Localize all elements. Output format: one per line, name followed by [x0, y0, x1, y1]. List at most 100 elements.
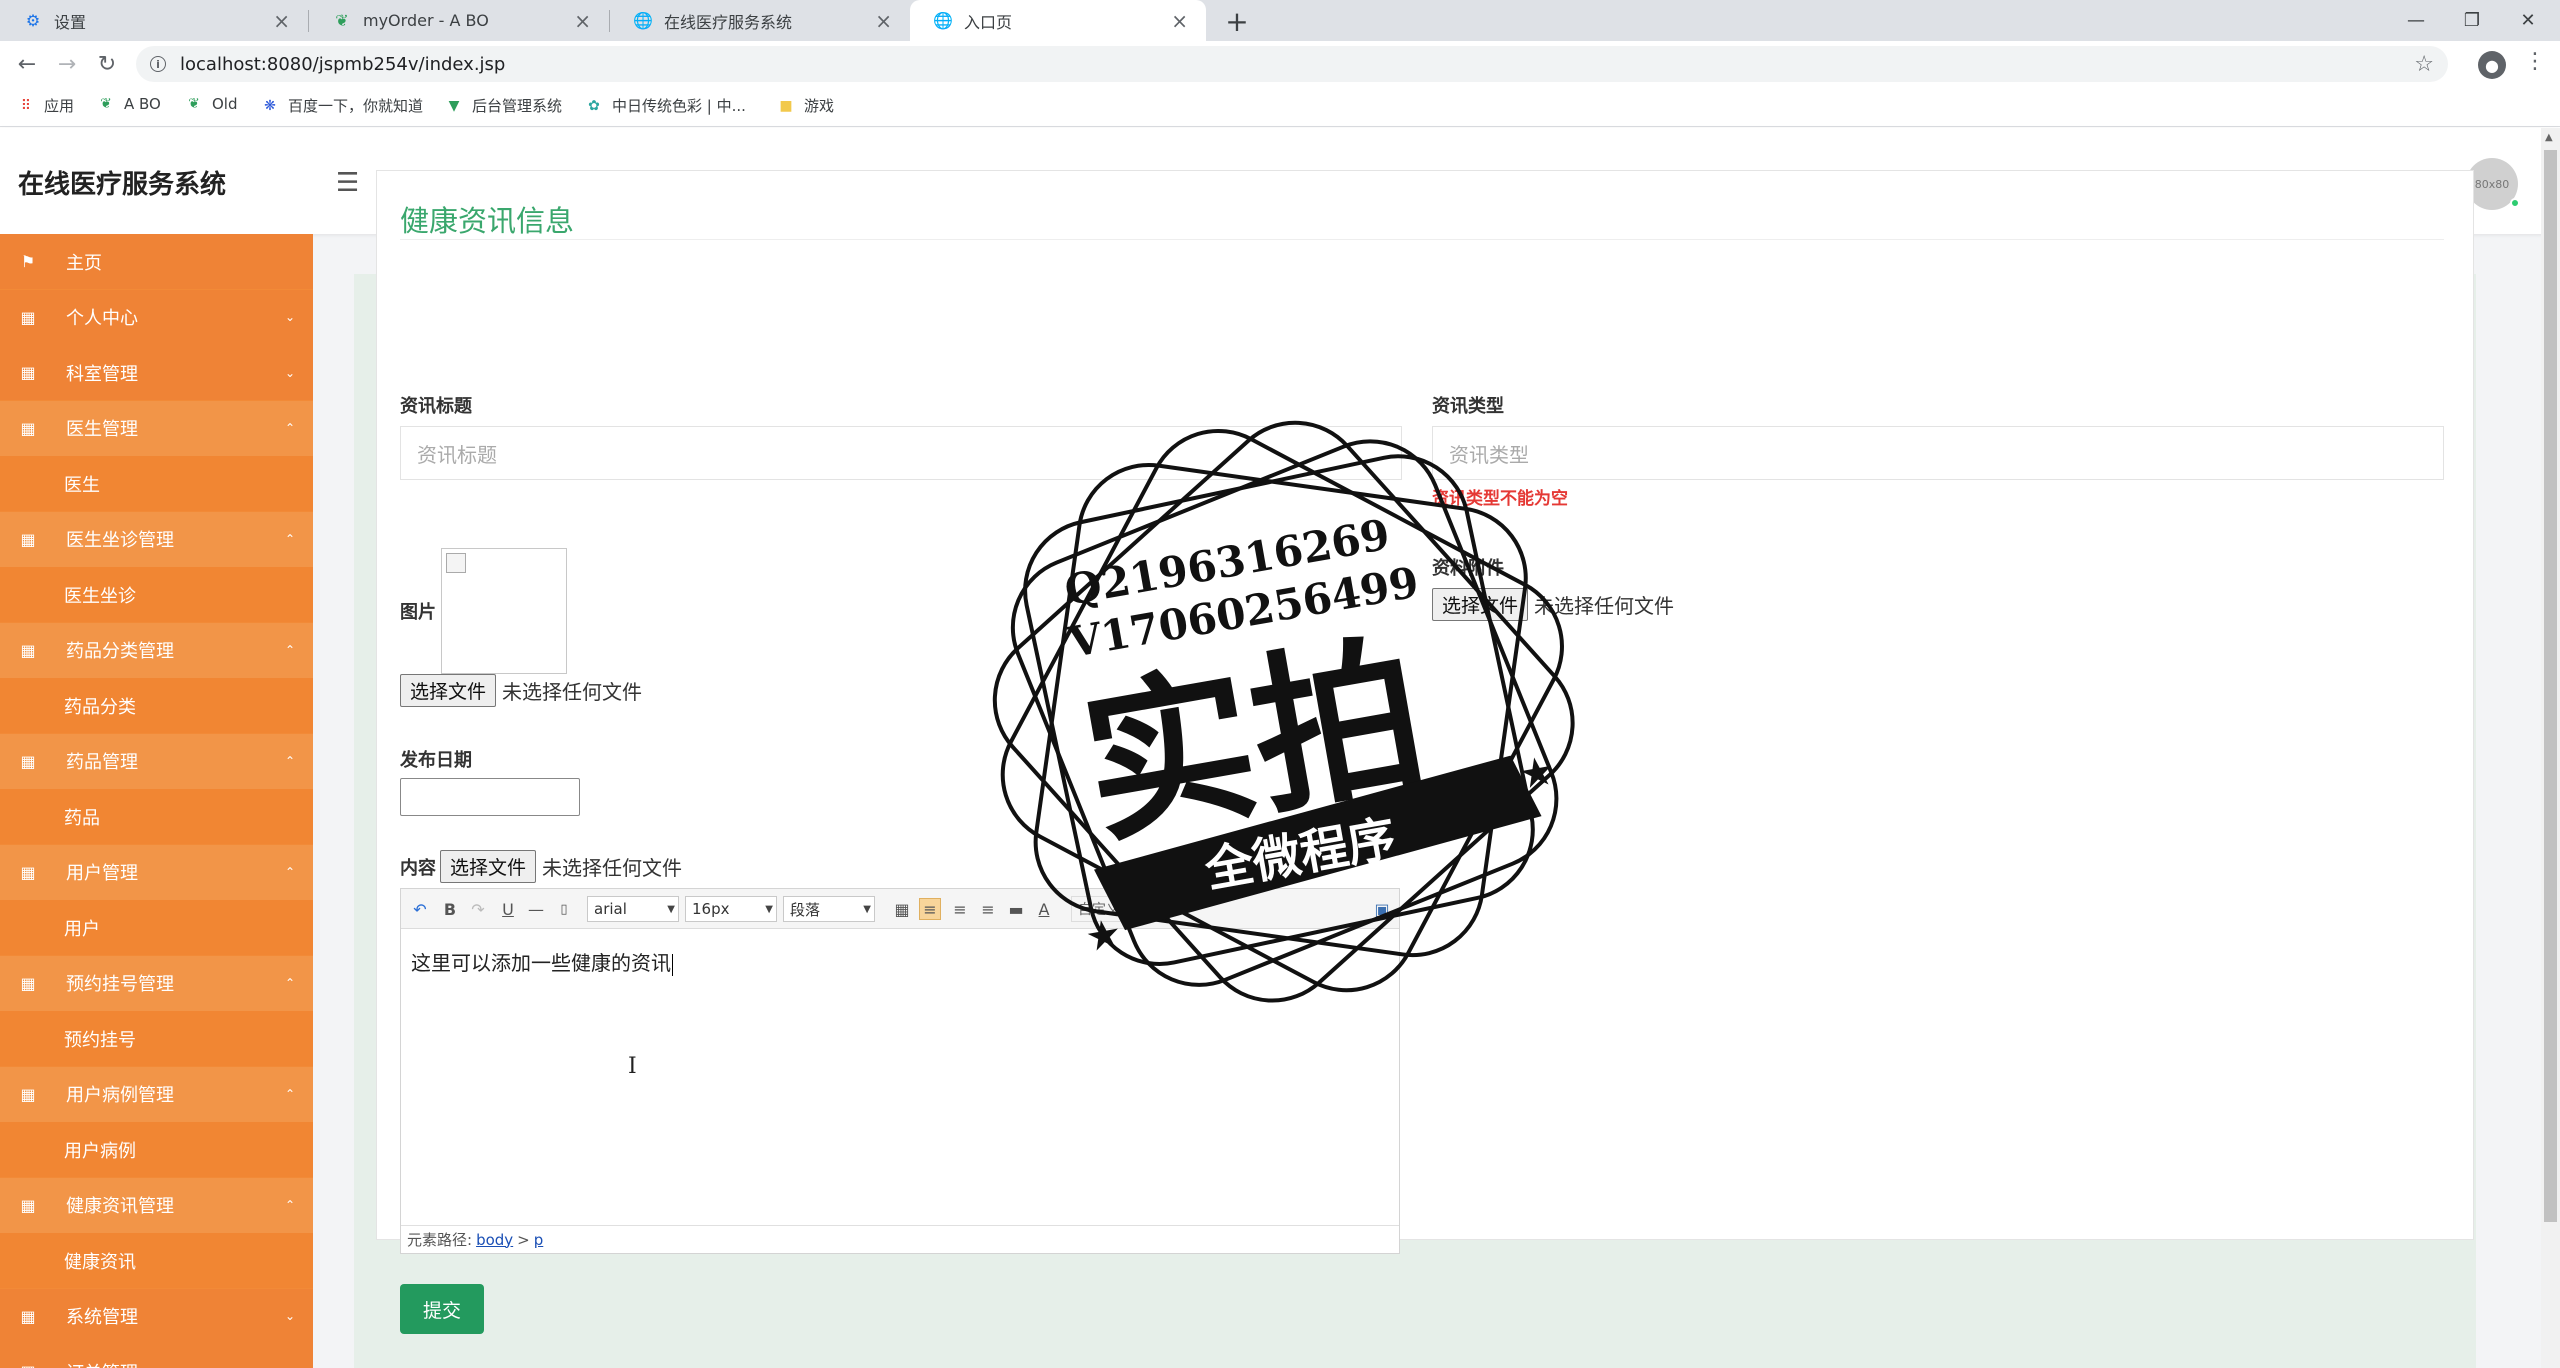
- close-icon[interactable]: ×: [875, 9, 892, 33]
- path-p-link[interactable]: p: [534, 1231, 544, 1249]
- horizontal-rule-icon[interactable]: —: [525, 898, 547, 920]
- image-choose-file-button[interactable]: 选择文件: [400, 674, 497, 707]
- chevron-up-icon: ⌃: [284, 421, 295, 435]
- browser-tab-strip: ⚙ 设置 × ❦ myOrder - A BO × 🌐 在线医疗服务系统 × 🌐…: [0, 0, 2560, 41]
- new-tab-button[interactable]: +: [1220, 4, 1254, 38]
- underline-icon[interactable]: U: [497, 898, 519, 920]
- url-text: localhost:8080/jspmb254v/index.jsp: [180, 53, 506, 75]
- font-size-select[interactable]: 16px ▼: [685, 896, 777, 922]
- more-menu-icon[interactable]: ⋮: [2524, 49, 2546, 74]
- undo-icon[interactable]: ↶: [409, 898, 431, 920]
- bookmark-old[interactable]: ❦ Old: [186, 95, 237, 113]
- window-close-button[interactable]: ✕: [2500, 0, 2556, 41]
- sidebar-item[interactable]: ▦ 用户病例管理 ⌃: [0, 1066, 313, 1122]
- chevron-up-icon: ⌃: [284, 1087, 295, 1101]
- page-icon[interactable]: ▯: [553, 898, 575, 920]
- hamburger-menu-icon[interactable]: ☰: [336, 168, 359, 198]
- back-button[interactable]: ←: [12, 49, 42, 79]
- sidebar-item[interactable]: ▦ 个人中心 ⌄: [0, 289, 313, 345]
- browser-tab-myorder[interactable]: ❦ myOrder - A BO ×: [309, 0, 609, 41]
- sidebar-item-label: 健康资讯管理: [66, 1196, 174, 1217]
- scroll-up-arrow[interactable]: ▲: [2545, 132, 2553, 143]
- bookmark-admin[interactable]: ▼ 后台管理系统: [446, 95, 562, 116]
- custom-value: 自定义: [1078, 902, 1120, 918]
- attachment-choose-file-button[interactable]: 选择文件: [1432, 588, 1529, 621]
- chevron-down-icon: ▼: [765, 903, 773, 915]
- preview-icon[interactable]: ▣: [1371, 898, 1393, 920]
- publish-date-input[interactable]: [400, 778, 580, 816]
- align-right-icon[interactable]: ≡: [977, 898, 999, 920]
- font-color-icon[interactable]: A: [1033, 898, 1055, 920]
- sidebar-item-label: 个人中心: [66, 308, 138, 329]
- star-icon[interactable]: ☆: [2414, 52, 2434, 77]
- browser-tab-medical[interactable]: 🌐 在线医疗服务系统 ×: [610, 0, 910, 41]
- folder-icon: ■: [779, 97, 793, 114]
- bookmark-games[interactable]: ■ 游戏: [778, 95, 834, 116]
- bookmark-abo[interactable]: ❦ A BO: [98, 95, 161, 113]
- chevron-down-icon: ⌄: [284, 365, 295, 380]
- scrollbar-thumb[interactable]: [2544, 150, 2557, 1222]
- sidebar-item-label: 药品管理: [66, 752, 138, 773]
- sidebar-item[interactable]: ▦ 系统管理 ⌄: [0, 1288, 313, 1344]
- close-icon[interactable]: ×: [1171, 9, 1188, 33]
- sidebar-item[interactable]: 预约挂号: [0, 1011, 313, 1066]
- sidebar-item[interactable]: ▦ 健康资讯管理 ⌃: [0, 1177, 313, 1233]
- grid-icon: ▦: [20, 307, 36, 327]
- sidebar-item[interactable]: 用户: [0, 900, 313, 955]
- align-center-icon[interactable]: ≡: [949, 898, 971, 920]
- browser-tab-entry[interactable]: 🌐 入口页 ×: [910, 0, 1206, 41]
- minimize-button[interactable]: —: [2388, 0, 2444, 41]
- content-file-picker: 内容 选择文件 未选择任何文件: [400, 850, 682, 883]
- path-body-link[interactable]: body: [476, 1231, 513, 1249]
- sidebar-item[interactable]: ▦ 科室管理 ⌄: [0, 345, 313, 400]
- content-choose-file-button[interactable]: 选择文件: [440, 850, 537, 883]
- reload-button[interactable]: ↻: [92, 49, 122, 79]
- bookmark-apps[interactable]: ⠿ 应用: [18, 95, 74, 116]
- forward-button[interactable]: →: [52, 49, 82, 79]
- sidebar-item-label: 预约挂号: [64, 1029, 136, 1051]
- sidebar-item[interactable]: ▦ 订单管理 ⌄: [0, 1344, 313, 1368]
- align-left-icon[interactable]: ≡: [919, 898, 941, 920]
- sidebar-item[interactable]: 医生: [0, 456, 313, 511]
- editor-content[interactable]: 这里可以添加一些健康的资讯: [411, 947, 673, 976]
- bold-icon[interactable]: B: [439, 898, 461, 920]
- sidebar-item[interactable]: ▦ 用户管理 ⌃: [0, 844, 313, 900]
- font-family-select[interactable]: arial ▼: [587, 896, 679, 922]
- sidebar-item[interactable]: ▦ 医生坐诊管理 ⌃: [0, 511, 313, 567]
- sidebar-item[interactable]: 药品分类: [0, 678, 313, 733]
- submit-button[interactable]: 提交: [400, 1284, 484, 1334]
- title-input[interactable]: 资讯标题: [400, 426, 1402, 480]
- type-input[interactable]: 资讯类型: [1432, 426, 2444, 480]
- browser-tab-settings[interactable]: ⚙ 设置 ×: [0, 0, 308, 41]
- align-justify-icon[interactable]: ▬: [1005, 898, 1027, 920]
- sidebar-item[interactable]: 用户病例: [0, 1122, 313, 1177]
- sidebar-item-label: 医生坐诊管理: [66, 530, 174, 551]
- sidebar-item[interactable]: 健康资讯: [0, 1233, 313, 1288]
- sidebar-item-label: 主页: [66, 252, 102, 274]
- content-label: 内容: [400, 857, 436, 879]
- info-icon[interactable]: i: [150, 56, 166, 72]
- table-icon[interactable]: ▦: [891, 898, 913, 920]
- address-bar[interactable]: i localhost:8080/jspmb254v/index.jsp ☆: [136, 46, 2448, 82]
- close-icon[interactable]: ×: [273, 9, 290, 33]
- redo-icon[interactable]: ↷: [467, 898, 489, 920]
- sidebar-item[interactable]: ▦ 药品管理 ⌃: [0, 733, 313, 789]
- sidebar-item[interactable]: ▦ 预约挂号管理 ⌃: [0, 955, 313, 1011]
- sidebar-item-label: 用户: [64, 918, 100, 940]
- bookmark-colors[interactable]: ✿ 中日传统色彩 | 中...: [586, 95, 746, 116]
- sidebar-item[interactable]: ⚑ 主页: [0, 234, 313, 289]
- attachment-file-status: 未选择任何文件: [1534, 594, 1675, 618]
- restore-button[interactable]: ❐: [2444, 0, 2500, 41]
- close-icon[interactable]: ×: [574, 9, 591, 33]
- sidebar: ⚑ 主页 ▦ 个人中心 ⌄ ▦ 科室管理 ⌄ ▦ 医生管理 ⌃ 医生 ▦ 医生坐诊管理 ⌃ 医生坐诊 ▦ 药品分类…: [0, 234, 313, 1368]
- sidebar-item[interactable]: 医生坐诊: [0, 567, 313, 622]
- sidebar-item[interactable]: 药品: [0, 789, 313, 844]
- chevron-up-icon: ⌃: [284, 532, 295, 546]
- custom-select[interactable]: 自定义: [1071, 896, 1157, 922]
- profile-icon[interactable]: ●: [2478, 51, 2506, 79]
- gear-icon: ⚙: [25, 11, 41, 30]
- sidebar-item[interactable]: ▦ 药品分类管理 ⌃: [0, 622, 313, 678]
- bookmark-baidu[interactable]: ❋ 百度一下，你就知道: [262, 95, 423, 116]
- sidebar-item[interactable]: ▦ 医生管理 ⌃: [0, 400, 313, 456]
- paragraph-select[interactable]: 段落 ▼: [783, 896, 875, 922]
